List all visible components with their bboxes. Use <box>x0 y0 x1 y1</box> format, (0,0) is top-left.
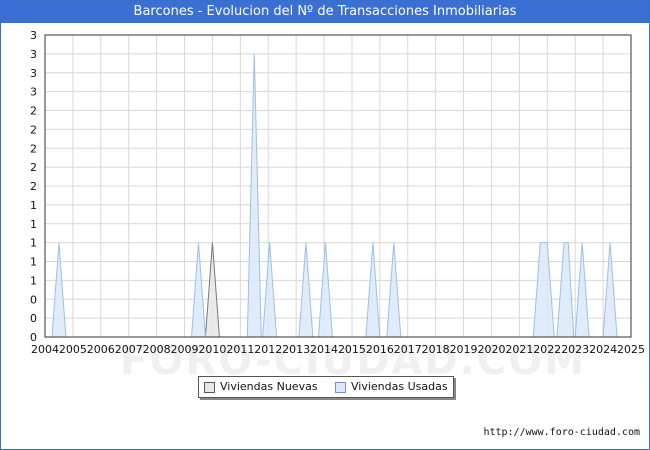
legend-swatch-nuevas <box>204 382 215 393</box>
y-tick-label-8: 2 <box>30 180 37 193</box>
x-tick-label-2020: 2020 <box>477 343 505 356</box>
series-usadas-peak-9 <box>556 242 575 338</box>
x-tick-label-2022: 2022 <box>533 343 561 356</box>
x-tick-label-2009: 2009 <box>171 343 199 356</box>
x-tick-label-2012: 2012 <box>254 343 282 356</box>
legend-label-usadas: Viviendas Usadas <box>351 380 448 393</box>
x-tick-label-2006: 2006 <box>87 343 115 356</box>
x-tick-label-2011: 2011 <box>226 343 254 356</box>
y-tick-label-7: 1 <box>30 199 37 212</box>
series-usadas-peak-3 <box>262 242 278 338</box>
series-usadas-peak-1 <box>190 242 206 338</box>
x-tick-label-2007: 2007 <box>115 343 143 356</box>
x-tick-label-2008: 2008 <box>143 343 171 356</box>
x-tick-label-2024: 2024 <box>589 343 617 356</box>
y-tick-label-16: 3 <box>30 29 37 42</box>
x-tick-label-2015: 2015 <box>338 343 366 356</box>
series-usadas-peak-7 <box>386 242 402 338</box>
legend-swatch-usadas <box>335 382 346 393</box>
y-tick-label-4: 1 <box>30 256 37 269</box>
series-usadas-peak-0 <box>51 242 67 338</box>
series-usadas-peak-8 <box>532 242 555 338</box>
y-tick-labels: 00011111222223333 <box>30 29 37 344</box>
y-tick-label-2: 0 <box>30 293 37 306</box>
y-tick-label-13: 3 <box>30 86 37 99</box>
legend-label-nuevas: Viviendas Nuevas <box>220 380 318 393</box>
x-tick-labels: 2004 2005 2006 2007 2008 2009 2010 2011 2012 2013… <box>31 343 645 356</box>
y-tick-label-10: 2 <box>30 142 37 155</box>
x-tick-label-2021: 2021 <box>505 343 533 356</box>
series-nuevas-peak-0 <box>204 242 220 338</box>
x-tick-label-2014: 2014 <box>310 343 338 356</box>
x-tick-label-2013: 2013 <box>282 343 310 356</box>
y-tick-label-5: 1 <box>30 237 37 250</box>
x-tick-label-2016: 2016 <box>366 343 394 356</box>
series-usadas-peak-2 <box>246 53 262 338</box>
legend: Viviendas Nuevas Viviendas Usadas <box>198 376 454 398</box>
source-url: http://www.foro-ciudad.com <box>483 427 640 438</box>
series-layer <box>51 53 618 338</box>
x-tick-label-2005: 2005 <box>59 343 87 356</box>
y-tick-label-11: 2 <box>30 123 37 136</box>
x-tick-label-2017: 2017 <box>394 343 422 356</box>
series-usadas-peak-11 <box>602 242 618 338</box>
y-tick-label-3: 1 <box>30 274 37 287</box>
series-usadas-peak-10 <box>574 242 590 338</box>
x-tick-label-2010: 2010 <box>198 343 226 356</box>
y-tick-label-6: 1 <box>30 218 37 231</box>
series-usadas-peak-5 <box>317 242 333 338</box>
y-tick-label-15: 3 <box>30 48 37 61</box>
y-tick-label-1: 0 <box>30 312 37 325</box>
x-tick-label-2019: 2019 <box>450 343 478 356</box>
series-usadas-peak-6 <box>365 242 381 338</box>
x-tick-label-2023: 2023 <box>561 343 589 356</box>
x-tick-label-2018: 2018 <box>422 343 450 356</box>
y-tick-label-14: 3 <box>30 67 37 80</box>
series-usadas-peak-4 <box>298 242 314 338</box>
x-tick-label-2004: 2004 <box>31 343 59 356</box>
x-tick-label-2025: 2025 <box>617 343 645 356</box>
y-tick-label-9: 2 <box>30 161 37 174</box>
y-tick-label-12: 2 <box>30 105 37 118</box>
